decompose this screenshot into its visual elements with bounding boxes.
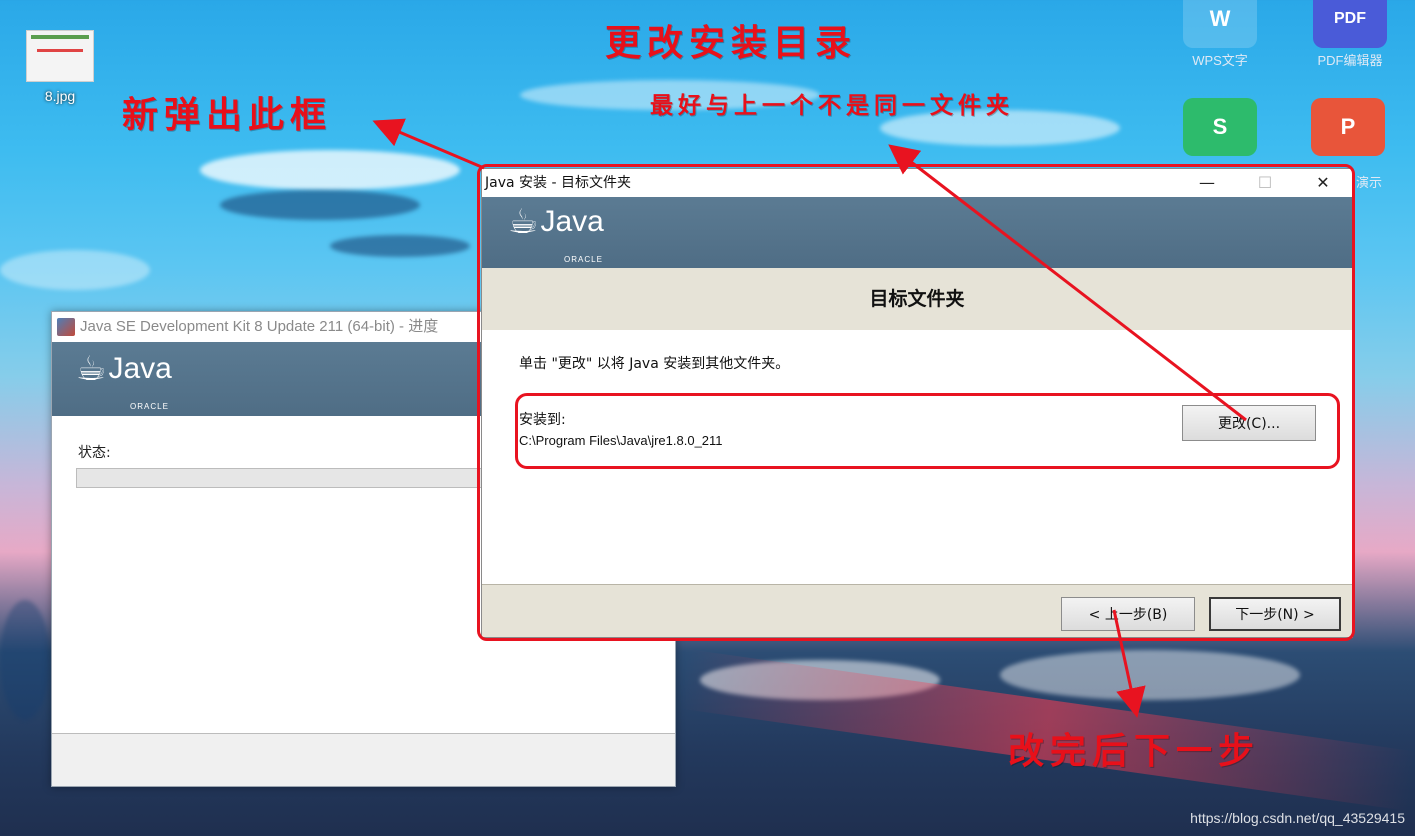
arrow-to-new-popup-label — [372, 118, 485, 170]
arrow-to-title — [888, 144, 1247, 422]
arrow-to-next-label — [1112, 609, 1146, 718]
annotation-arrows — [372, 118, 1247, 718]
watermark: https://blog.csdn.net/qq_43529415 — [1190, 810, 1405, 826]
